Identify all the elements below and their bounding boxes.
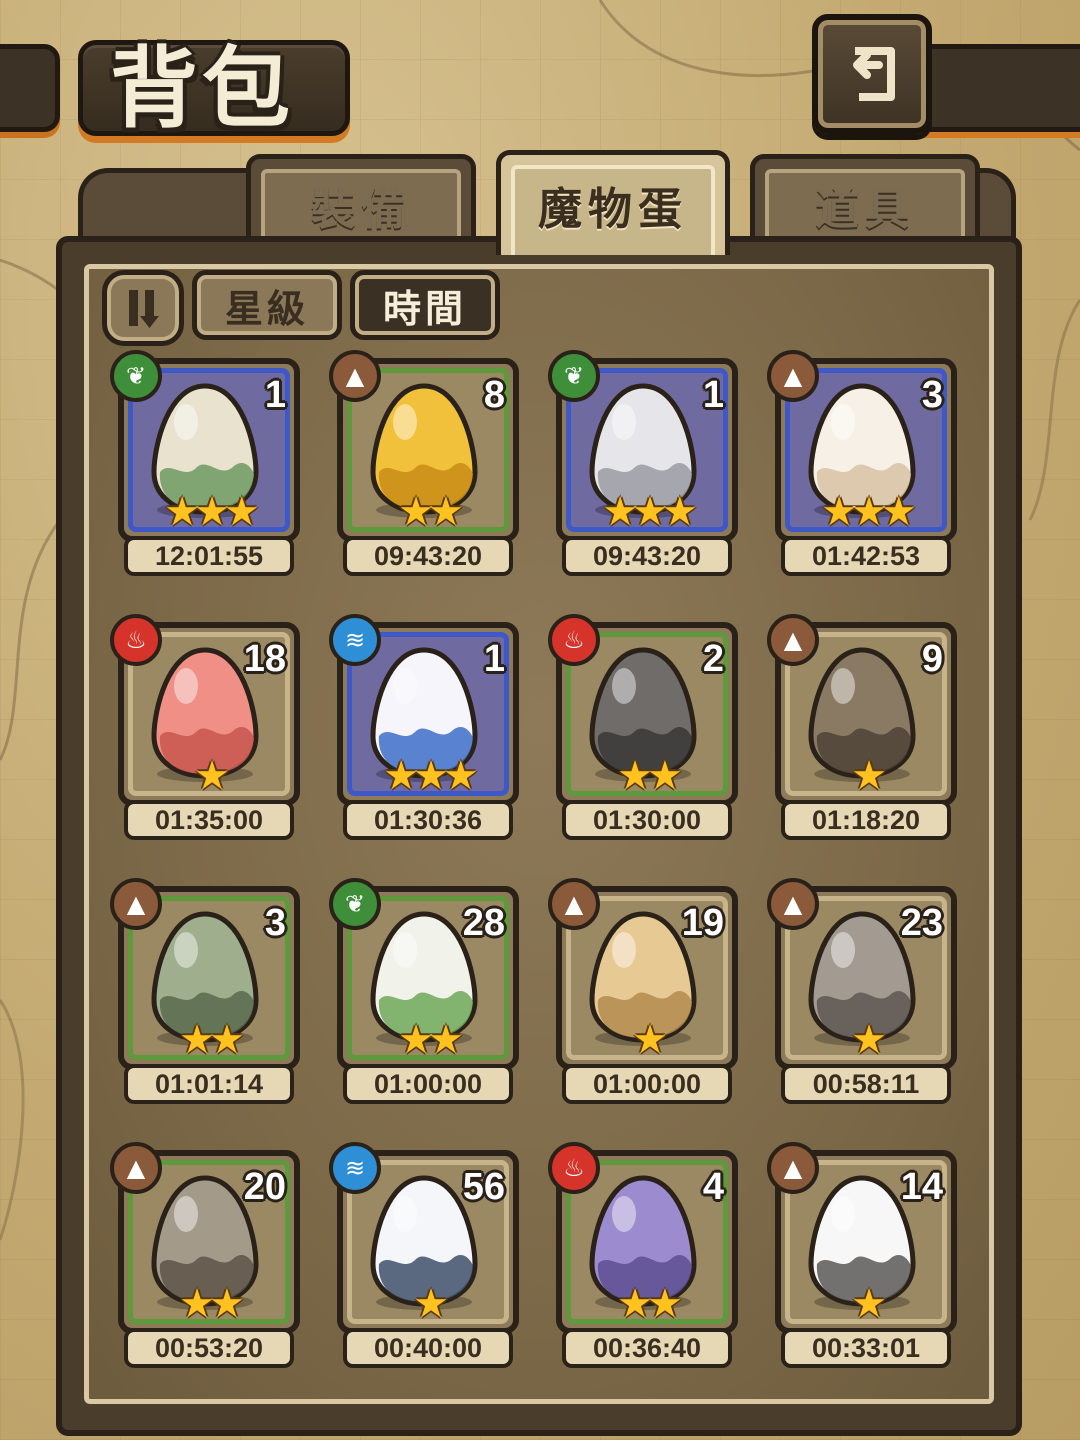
- star-rating: ★: [632, 1017, 668, 1063]
- egg-card[interactable]: ❦ 1 ★★★ 09:43:20: [548, 350, 738, 582]
- egg-card[interactable]: ▲ 3 ★★ 01:01:14: [110, 878, 300, 1110]
- egg-card[interactable]: ▲ 3 ★★★ 01:42:53: [767, 350, 957, 582]
- star-rating: ★★★: [602, 489, 698, 535]
- egg-count: 8: [483, 374, 505, 416]
- sort-order-icon: [129, 290, 159, 328]
- egg-card[interactable]: ❦ 1 ★★★ 12:01:55: [110, 350, 300, 582]
- egg-card[interactable]: ♨ 2 ★★ 01:30:00: [548, 614, 738, 846]
- egg-card[interactable]: ▲ 23 ★ 00:58:11: [767, 878, 957, 1110]
- hatch-timer: 00:53:20: [124, 1328, 294, 1368]
- hatch-timer: 01:01:14: [124, 1064, 294, 1104]
- element-earth-icon: ▲: [767, 350, 819, 402]
- tab-equipment-label: 裝備: [311, 184, 411, 235]
- egg-count: 14: [900, 1166, 943, 1208]
- star-rating: ★★: [179, 1281, 245, 1327]
- hatch-timer: 09:43:20: [343, 536, 513, 576]
- egg-card[interactable]: ❦ 28 ★★ 01:00:00: [329, 878, 519, 1110]
- egg-count: 1: [702, 374, 724, 416]
- element-earth-icon: ▲: [110, 1142, 162, 1194]
- egg-card[interactable]: ▲ 19 ★ 01:00:00: [548, 878, 738, 1110]
- star-rating: ★★: [179, 1017, 245, 1063]
- egg-count: 4: [702, 1166, 724, 1208]
- egg-card[interactable]: ▲ 20 ★★ 00:53:20: [110, 1142, 300, 1374]
- egg-count: 1: [264, 374, 286, 416]
- back-arrow-icon: [853, 47, 895, 101]
- hatch-timer: 00:40:00: [343, 1328, 513, 1368]
- hatch-timer: 01:18:20: [781, 800, 951, 840]
- hatch-timer: 00:33:01: [781, 1328, 951, 1368]
- element-nature-icon: ❦: [110, 350, 162, 402]
- star-rating: ★: [194, 753, 230, 799]
- element-water-icon: ≋: [329, 1142, 381, 1194]
- star-rating: ★★: [398, 489, 464, 535]
- star-rating: ★: [413, 1281, 449, 1327]
- tab-items-label: 道具: [815, 184, 915, 235]
- element-fire-icon: ♨: [548, 614, 600, 666]
- hatch-timer: 01:30:36: [343, 800, 513, 840]
- page-title: 背包: [110, 36, 295, 140]
- hatch-timer: 01:00:00: [562, 1064, 732, 1104]
- egg-count: 2: [702, 638, 724, 680]
- hatch-timer: 01:35:00: [124, 800, 294, 840]
- egg-count: 1: [483, 638, 505, 680]
- element-earth-icon: ▲: [329, 350, 381, 402]
- sort-by-time-label: 時間: [382, 285, 467, 331]
- tab-monster-eggs[interactable]: 魔物蛋: [496, 150, 730, 255]
- element-earth-icon: ▲: [548, 878, 600, 930]
- egg-count: 9: [921, 638, 943, 680]
- element-earth-icon: ▲: [110, 878, 162, 930]
- egg-card[interactable]: ▲ 9 ★ 01:18:20: [767, 614, 957, 846]
- back-button[interactable]: [812, 14, 932, 134]
- egg-count: 20: [243, 1166, 286, 1208]
- egg-count: 23: [900, 902, 943, 944]
- star-rating: ★★: [617, 1281, 683, 1327]
- star-rating: ★★: [617, 753, 683, 799]
- egg-card[interactable]: ♨ 18 ★ 01:35:00: [110, 614, 300, 846]
- egg-card[interactable]: ♨ 4 ★★ 00:36:40: [548, 1142, 738, 1374]
- egg-count: 19: [681, 902, 724, 944]
- egg-card[interactable]: ▲ 14 ★ 00:33:01: [767, 1142, 957, 1374]
- egg-count: 18: [243, 638, 286, 680]
- element-fire-icon: ♨: [548, 1142, 600, 1194]
- egg-count: 3: [264, 902, 286, 944]
- egg-count: 28: [462, 902, 505, 944]
- star-rating: ★★★: [821, 489, 917, 535]
- hatch-timer: 01:00:00: [343, 1064, 513, 1104]
- star-rating: ★: [851, 753, 887, 799]
- element-earth-icon: ▲: [767, 878, 819, 930]
- egg-card[interactable]: ▲ 8 ★★ 09:43:20: [329, 350, 519, 582]
- element-earth-icon: ▲: [767, 614, 819, 666]
- sort-by-star-button[interactable]: 星級: [192, 270, 342, 340]
- element-water-icon: ≋: [329, 614, 381, 666]
- hatch-timer: 00:36:40: [562, 1328, 732, 1368]
- sort-by-time-button[interactable]: 時間: [350, 270, 500, 340]
- egg-count: 56: [462, 1166, 505, 1208]
- element-earth-icon: ▲: [767, 1142, 819, 1194]
- hatch-timer: 01:42:53: [781, 536, 951, 576]
- header-bar-left: [0, 44, 60, 132]
- hatch-timer: 00:58:11: [781, 1064, 951, 1104]
- tab-monster-eggs-label: 魔物蛋: [538, 184, 688, 235]
- star-rating: ★: [851, 1281, 887, 1327]
- star-rating: ★: [851, 1017, 887, 1063]
- star-rating: ★★★: [383, 753, 479, 799]
- element-nature-icon: ❦: [548, 350, 600, 402]
- element-fire-icon: ♨: [110, 614, 162, 666]
- hatch-timer: 09:43:20: [562, 536, 732, 576]
- egg-count: 3: [921, 374, 943, 416]
- star-rating: ★★: [398, 1017, 464, 1063]
- element-nature-icon: ❦: [329, 878, 381, 930]
- hatch-timer: 01:30:00: [562, 800, 732, 840]
- star-rating: ★★★: [164, 489, 260, 535]
- hatch-timer: 12:01:55: [124, 536, 294, 576]
- sort-order-toggle[interactable]: [102, 270, 184, 346]
- egg-card[interactable]: ≋ 56 ★ 00:40:00: [329, 1142, 519, 1374]
- sort-by-star-label: 星級: [224, 285, 309, 331]
- egg-card[interactable]: ≋ 1 ★★★ 01:30:36: [329, 614, 519, 846]
